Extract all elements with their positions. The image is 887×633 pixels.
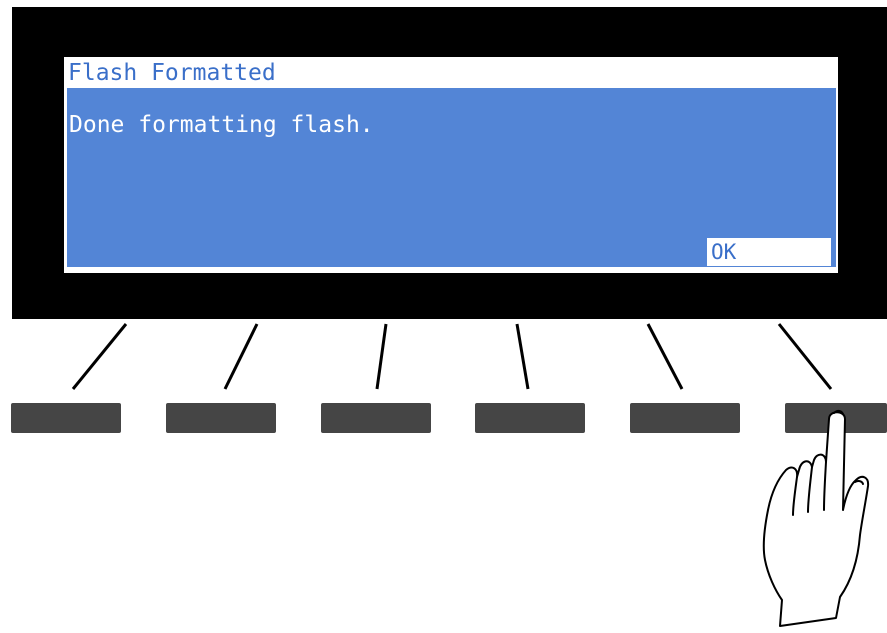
pointing-hand-icon [762, 409, 870, 627]
